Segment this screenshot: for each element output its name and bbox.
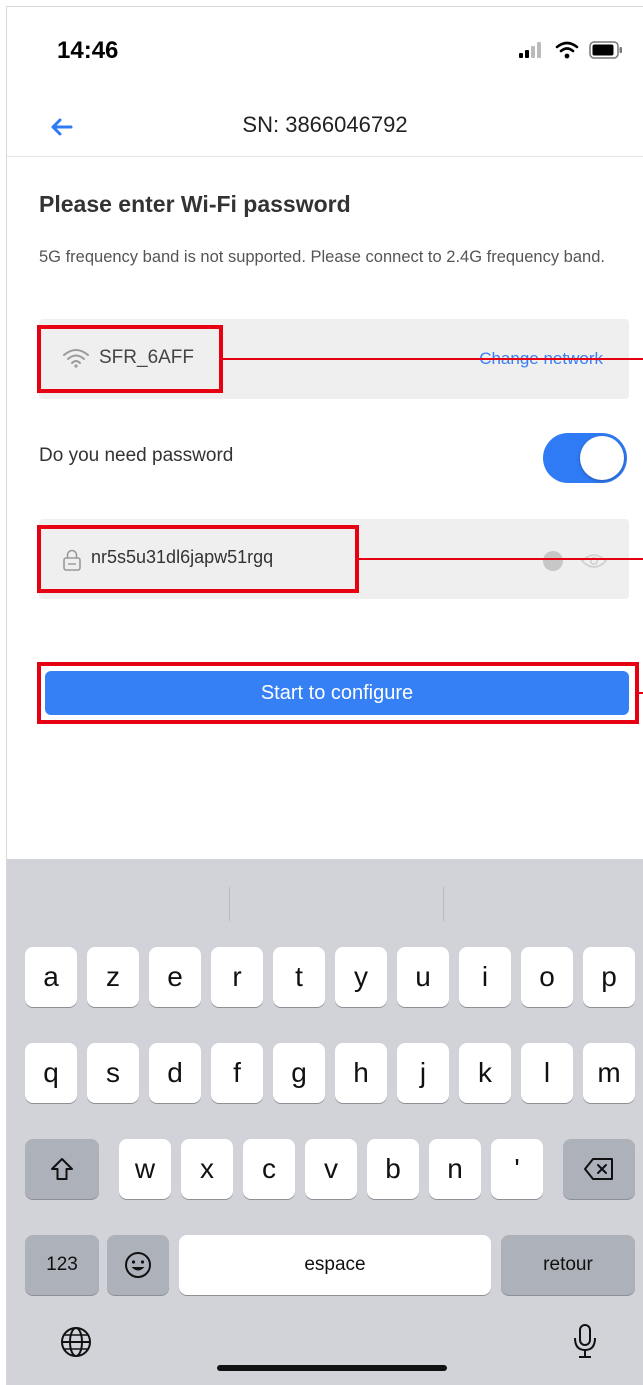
shift-key[interactable]: [25, 1139, 99, 1199]
highlight-box-wifi: [37, 325, 223, 393]
key-e[interactable]: e: [149, 947, 201, 1007]
callout-line-password: [359, 558, 643, 560]
form-heading: Please enter Wi-Fi password: [39, 191, 351, 217]
highlight-box-button: [37, 662, 639, 724]
key-w[interactable]: w: [119, 1139, 171, 1199]
status-icons: [519, 41, 623, 59]
key-z[interactable]: z: [87, 947, 139, 1007]
space-key[interactable]: espace: [179, 1235, 491, 1295]
key-x[interactable]: x: [181, 1139, 233, 1199]
key-o[interactable]: o: [521, 947, 573, 1007]
key-s[interactable]: s: [87, 1043, 139, 1103]
key-y[interactable]: y: [335, 947, 387, 1007]
backspace-icon: [584, 1158, 613, 1180]
shift-icon: [51, 1158, 73, 1180]
key-u[interactable]: u: [397, 947, 449, 1007]
cellular-signal-icon: [519, 42, 541, 58]
password-toggle-label: Do you need password: [39, 445, 234, 466]
key-n[interactable]: n: [429, 1139, 481, 1199]
globe-icon[interactable]: [59, 1325, 93, 1359]
numbers-key[interactable]: 123: [25, 1235, 99, 1295]
highlight-box-password: [37, 525, 359, 593]
delete-key[interactable]: [563, 1139, 635, 1199]
page-title: SN: 3866046792: [242, 112, 408, 137]
key-r[interactable]: r: [211, 947, 263, 1007]
suggestion-divider: [229, 887, 230, 921]
callout-line-button: [639, 692, 643, 694]
key-l[interactable]: l: [521, 1043, 573, 1103]
emoji-icon: [125, 1252, 151, 1278]
key-h[interactable]: h: [335, 1043, 387, 1103]
battery-icon: [589, 41, 622, 59]
home-indicator: [217, 1365, 447, 1371]
key-j[interactable]: j: [397, 1043, 449, 1103]
eye-icon[interactable]: [581, 553, 607, 569]
keyboard: a z e r t y u i o p q s d f g h j k l m …: [7, 859, 643, 1385]
emoji-key[interactable]: [107, 1235, 169, 1295]
clear-text-icon[interactable]: [543, 551, 563, 571]
key-q[interactable]: q: [25, 1043, 77, 1103]
key-c[interactable]: c: [243, 1139, 295, 1199]
status-bar: 14:46: [7, 7, 643, 97]
key-p[interactable]: p: [583, 947, 635, 1007]
key-m[interactable]: m: [583, 1043, 635, 1103]
frequency-hint: 5G frequency band is not supported. Plea…: [39, 248, 605, 266]
toggle-knob: [580, 436, 624, 480]
status-time: 14:46: [57, 37, 119, 64]
key-i[interactable]: i: [459, 947, 511, 1007]
key-apostrophe[interactable]: ': [491, 1139, 543, 1199]
key-v[interactable]: v: [305, 1139, 357, 1199]
callout-line-wifi: [223, 358, 643, 360]
key-d[interactable]: d: [149, 1043, 201, 1103]
suggestion-divider: [443, 887, 444, 921]
app-screen: 14:46 SN: 3866046792 Please enter Wi-Fi …: [6, 6, 643, 1385]
navigation-bar: SN: 3866046792: [7, 97, 643, 157]
key-f[interactable]: f: [211, 1043, 263, 1103]
return-key[interactable]: retour: [501, 1235, 635, 1295]
wifi-status-icon: [555, 41, 579, 59]
key-a[interactable]: a: [25, 947, 77, 1007]
key-b[interactable]: b: [367, 1139, 419, 1199]
microphone-icon[interactable]: [573, 1323, 597, 1359]
key-k[interactable]: k: [459, 1043, 511, 1103]
key-t[interactable]: t: [273, 947, 325, 1007]
key-g[interactable]: g: [273, 1043, 325, 1103]
password-toggle[interactable]: [543, 433, 627, 483]
